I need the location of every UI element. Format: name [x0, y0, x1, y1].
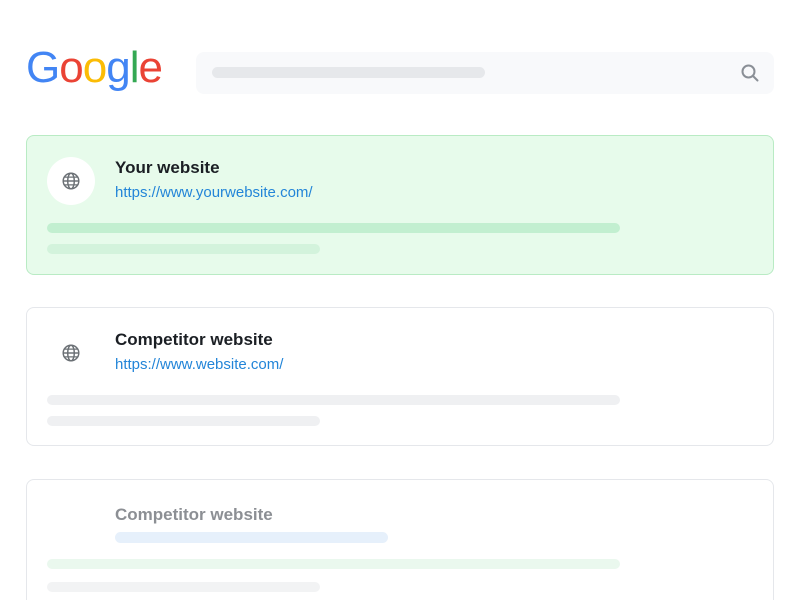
snippet-line: [47, 559, 620, 569]
result-title[interactable]: Competitor website: [115, 505, 273, 525]
result-card-competitor-faded[interactable]: Competitor website: [26, 479, 774, 600]
search-input[interactable]: [196, 52, 774, 94]
favicon: [47, 157, 95, 205]
snippet-line: [47, 223, 620, 233]
logo-letter: o: [59, 43, 84, 92]
result-url-placeholder: [115, 532, 388, 543]
result-title[interactable]: Your website: [115, 158, 220, 178]
result-url[interactable]: https://www.yourwebsite.com/: [115, 184, 313, 201]
globe-icon: [62, 172, 80, 190]
logo-letter: l: [129, 43, 140, 92]
result-title[interactable]: Competitor website: [115, 330, 273, 350]
logo-letter: g: [106, 43, 131, 92]
result-card-competitor[interactable]: Competitor website https://www.website.c…: [26, 307, 774, 446]
search-results-page: Google Your website https://www.yourwebs…: [0, 0, 800, 600]
result-card-your-website[interactable]: Your website https://www.yourwebsite.com…: [26, 135, 774, 275]
snippet-line: [47, 244, 320, 254]
snippet-line: [47, 416, 320, 426]
logo-letter: o: [82, 43, 108, 92]
logo-letter: G: [26, 43, 60, 92]
snippet-line: [47, 582, 320, 592]
google-logo[interactable]: Google: [26, 43, 163, 92]
globe-icon: [62, 344, 80, 362]
logo-letter: e: [138, 43, 163, 92]
result-url[interactable]: https://www.website.com/: [115, 356, 283, 373]
favicon: [47, 329, 95, 377]
search-query-placeholder: [212, 67, 485, 78]
search-icon[interactable]: [740, 63, 760, 83]
snippet-line: [47, 395, 620, 405]
